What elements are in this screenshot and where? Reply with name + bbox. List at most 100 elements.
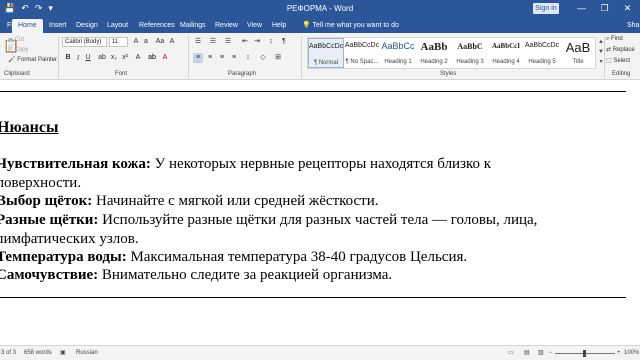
print-layout-icon[interactable]: ▤: [524, 349, 530, 357]
increase-indent-icon[interactable]: ⇥: [252, 37, 262, 47]
styles-label: Styles: [440, 71, 457, 77]
clipboard-label: Clipboard: [4, 71, 30, 77]
align-right-icon[interactable]: ≡: [217, 53, 227, 63]
share-button[interactable]: Sha: [627, 19, 639, 33]
clear-formatting-icon[interactable]: A: [167, 37, 177, 47]
tell-me-search[interactable]: 💡 Tell me what you want to do: [302, 19, 399, 33]
superscript-icon[interactable]: x²: [120, 53, 130, 63]
style-heading-4[interactable]: AaBbCcI Heading 4: [488, 38, 524, 68]
justify-icon[interactable]: ≡: [229, 53, 239, 63]
line-spacing-icon[interactable]: ↕: [243, 53, 253, 63]
underline-button[interactable]: U: [83, 53, 93, 63]
grow-font-icon[interactable]: A: [131, 37, 141, 47]
numbering-icon[interactable]: ☰: [208, 37, 218, 47]
style-heading-5[interactable]: AaBbCcDc Heading 5: [524, 38, 560, 68]
style-sample: AaBbCc: [381, 41, 415, 51]
brush-icon: 🖌: [8, 57, 18, 63]
style-title[interactable]: AaB Title: [560, 38, 596, 68]
restore-icon[interactable]: ❐: [593, 0, 616, 17]
paragraph-line: лимфатических узлов.: [0, 230, 139, 249]
chevron-up-icon[interactable]: ▲: [597, 37, 605, 47]
text-effects-icon[interactable]: A: [133, 53, 143, 63]
bold-button[interactable]: B: [63, 53, 73, 63]
multilevel-list-icon[interactable]: ☰: [223, 37, 233, 47]
bullets-icon[interactable]: ☰: [193, 37, 203, 47]
align-center-icon[interactable]: ≡: [205, 53, 215, 63]
tab-insert[interactable]: Insert: [49, 19, 67, 33]
tab-layout[interactable]: Layout: [107, 19, 128, 33]
tab-design[interactable]: Design: [76, 19, 98, 33]
strikethrough-icon[interactable]: ab: [97, 53, 107, 63]
select-label: Select: [613, 58, 631, 64]
zoom-level[interactable]: 100%: [624, 349, 639, 357]
paragraph-term: Температура воды:: [0, 249, 127, 265]
web-layout-icon[interactable]: ▥: [538, 349, 544, 357]
tab-view[interactable]: View: [247, 19, 262, 33]
shrink-font-icon[interactable]: a: [141, 37, 151, 47]
ribbon-tabs: File Home Insert Design Layout Reference…: [0, 17, 640, 33]
language-indicator[interactable]: Russian: [76, 349, 98, 357]
style-name: ¶ Normal: [313, 60, 339, 66]
font-size-select[interactable]: 11: [109, 37, 128, 47]
style-sample: AaBbCcI: [491, 42, 520, 50]
find-button[interactable]: ⌕ Find: [606, 35, 623, 44]
font-family-select[interactable]: Calibri (Body): [62, 37, 107, 47]
sort-icon[interactable]: ↕: [266, 37, 276, 47]
paragraph-term: Чувствительная кожа:: [0, 156, 151, 172]
style-heading-1[interactable]: AaBbCc Heading 1: [380, 38, 416, 68]
close-icon[interactable]: ✕: [616, 0, 639, 17]
style-no-spacing[interactable]: AaBbCcDc ¶ No Spac...: [344, 38, 380, 68]
style-heading-2[interactable]: AaBb Heading 2: [416, 38, 452, 68]
align-left-icon[interactable]: ≡: [193, 53, 203, 63]
section-heading: Нюансы: [0, 119, 59, 136]
tab-help[interactable]: Help: [272, 19, 286, 33]
style-heading-3[interactable]: AaBbC Heading 3: [452, 38, 488, 68]
decrease-indent-icon[interactable]: ⇤: [240, 37, 250, 47]
paragraph-term: Самочувствие:: [0, 267, 99, 283]
italic-button[interactable]: I: [73, 53, 83, 63]
select-button[interactable]: ⬚ Select: [606, 57, 630, 66]
minimize-icon[interactable]: —: [570, 0, 593, 17]
replace-icon: ⇄: [606, 47, 613, 53]
cut-button[interactable]: ✂ Cut: [8, 36, 24, 44]
more-styles-icon[interactable]: ▾: [597, 57, 605, 67]
copy-button[interactable]: ⎘ Copy: [8, 46, 28, 54]
zoom-out-icon[interactable]: −: [549, 349, 553, 357]
tab-review[interactable]: Review: [215, 19, 238, 33]
page-count[interactable]: 3 of 3: [1, 349, 16, 357]
word-count[interactable]: 658 words: [24, 349, 52, 357]
styles-scroll[interactable]: ▲ ▼ ▾: [597, 37, 605, 69]
zoom-in-icon[interactable]: +: [617, 349, 621, 357]
font-color-icon[interactable]: A: [160, 53, 170, 63]
paragraph-line: Разные щётки: Используйте разные щётки д…: [0, 211, 537, 230]
paragraph-line: Чувствительная кожа: У некоторых нервные…: [0, 155, 491, 174]
paragraph-text: лимфатических узлов.: [0, 231, 139, 247]
tab-home[interactable]: Home: [12, 19, 43, 33]
style-sample: AaBbCcDc: [309, 43, 343, 50]
pilcrow-icon[interactable]: ¶: [279, 37, 289, 47]
paragraph-text: Максимальная температура 38-40 градусов …: [126, 249, 468, 265]
sign-in-button[interactable]: Sign in: [533, 3, 559, 14]
tab-mailings[interactable]: Mailings: [180, 19, 206, 33]
style-name: Heading 2: [420, 59, 448, 65]
paragraph-label: Paragraph: [228, 71, 257, 77]
paragraph-term: Выбор щёток:: [0, 193, 93, 209]
highlight-icon[interactable]: ab: [147, 53, 157, 63]
style-normal[interactable]: AaBbCcDc ¶ Normal: [308, 38, 344, 68]
tab-references[interactable]: References: [139, 19, 175, 33]
proofing-icon[interactable]: ▣: [60, 349, 66, 357]
editing-label: Editing: [612, 71, 631, 77]
zoom-slider-thumb[interactable]: [583, 350, 586, 357]
status-bar: 3 of 3 658 words ▣ Russian ▭ ▤ ▥ − + 100…: [0, 345, 640, 360]
replace-button[interactable]: ⇄ Replace: [606, 46, 635, 55]
shading-icon[interactable]: ◇: [258, 53, 268, 63]
read-mode-icon[interactable]: ▭: [508, 349, 514, 357]
format-painter-button[interactable]: 🖌 Format Painter: [8, 56, 57, 64]
paragraph-text: Начинайте с мягкой или средней жёсткости…: [92, 193, 379, 209]
change-case-icon[interactable]: Aa: [155, 37, 165, 47]
subscript-icon[interactable]: x₂: [109, 53, 119, 63]
borders-icon[interactable]: ⊞: [273, 53, 283, 63]
styles-gallery: AaBbCcDc ¶ Normal AaBbCcDc ¶ No Spac... …: [307, 37, 596, 69]
chevron-down-icon[interactable]: ▼: [597, 47, 605, 57]
font-label: Font: [115, 71, 128, 77]
